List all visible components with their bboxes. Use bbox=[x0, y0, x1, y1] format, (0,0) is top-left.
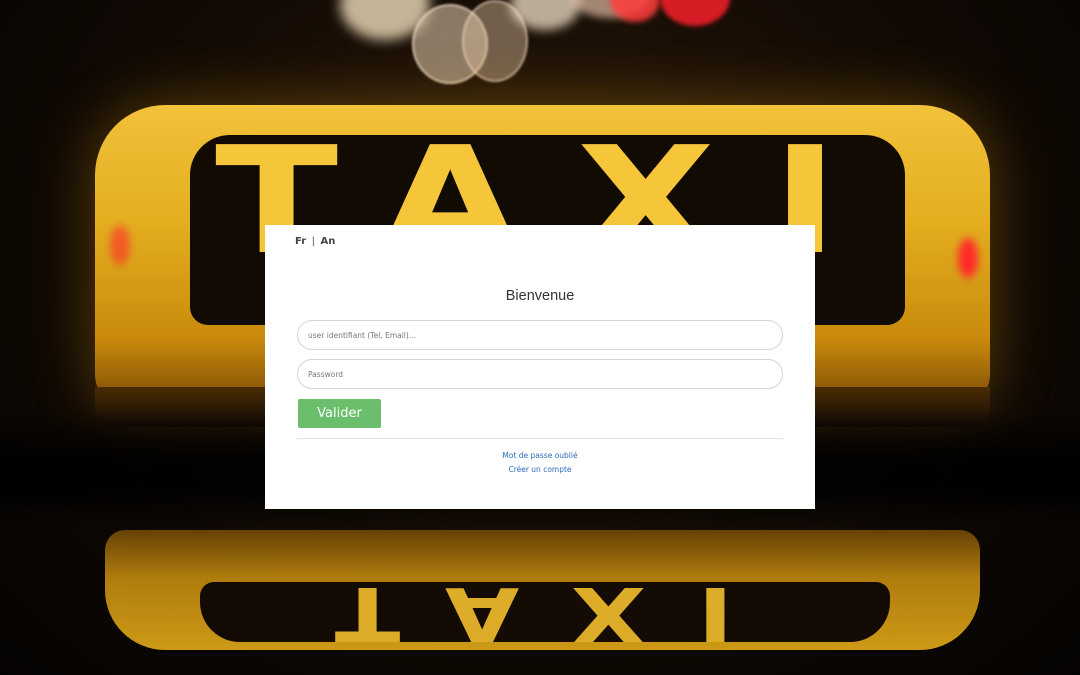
bokeh-light bbox=[610, 0, 660, 22]
create-account-link[interactable]: Créer un compte bbox=[265, 465, 815, 474]
login-card: Fr | An Bienvenue Valider Mot de passe o… bbox=[265, 225, 815, 509]
reflection-panel: TAXI bbox=[200, 582, 890, 642]
password-input[interactable] bbox=[297, 359, 783, 389]
reflection-text: TAXI bbox=[334, 582, 786, 642]
language-separator: | bbox=[311, 236, 315, 247]
divider bbox=[297, 438, 783, 439]
page-title: Bienvenue bbox=[505, 288, 575, 304]
forgot-password-link[interactable]: Mot de passe oublié bbox=[265, 451, 815, 460]
tail-light bbox=[110, 225, 130, 265]
language-switcher: Fr | An bbox=[295, 236, 335, 247]
taxi-sign-reflection: TAXI bbox=[105, 530, 980, 650]
language-fr-link[interactable]: Fr bbox=[295, 236, 306, 247]
bokeh-light bbox=[660, 0, 730, 26]
user-identifier-input[interactable] bbox=[297, 320, 783, 350]
tail-light bbox=[958, 238, 978, 278]
language-en-link[interactable]: An bbox=[320, 236, 335, 247]
submit-button[interactable]: Valider bbox=[298, 399, 381, 428]
